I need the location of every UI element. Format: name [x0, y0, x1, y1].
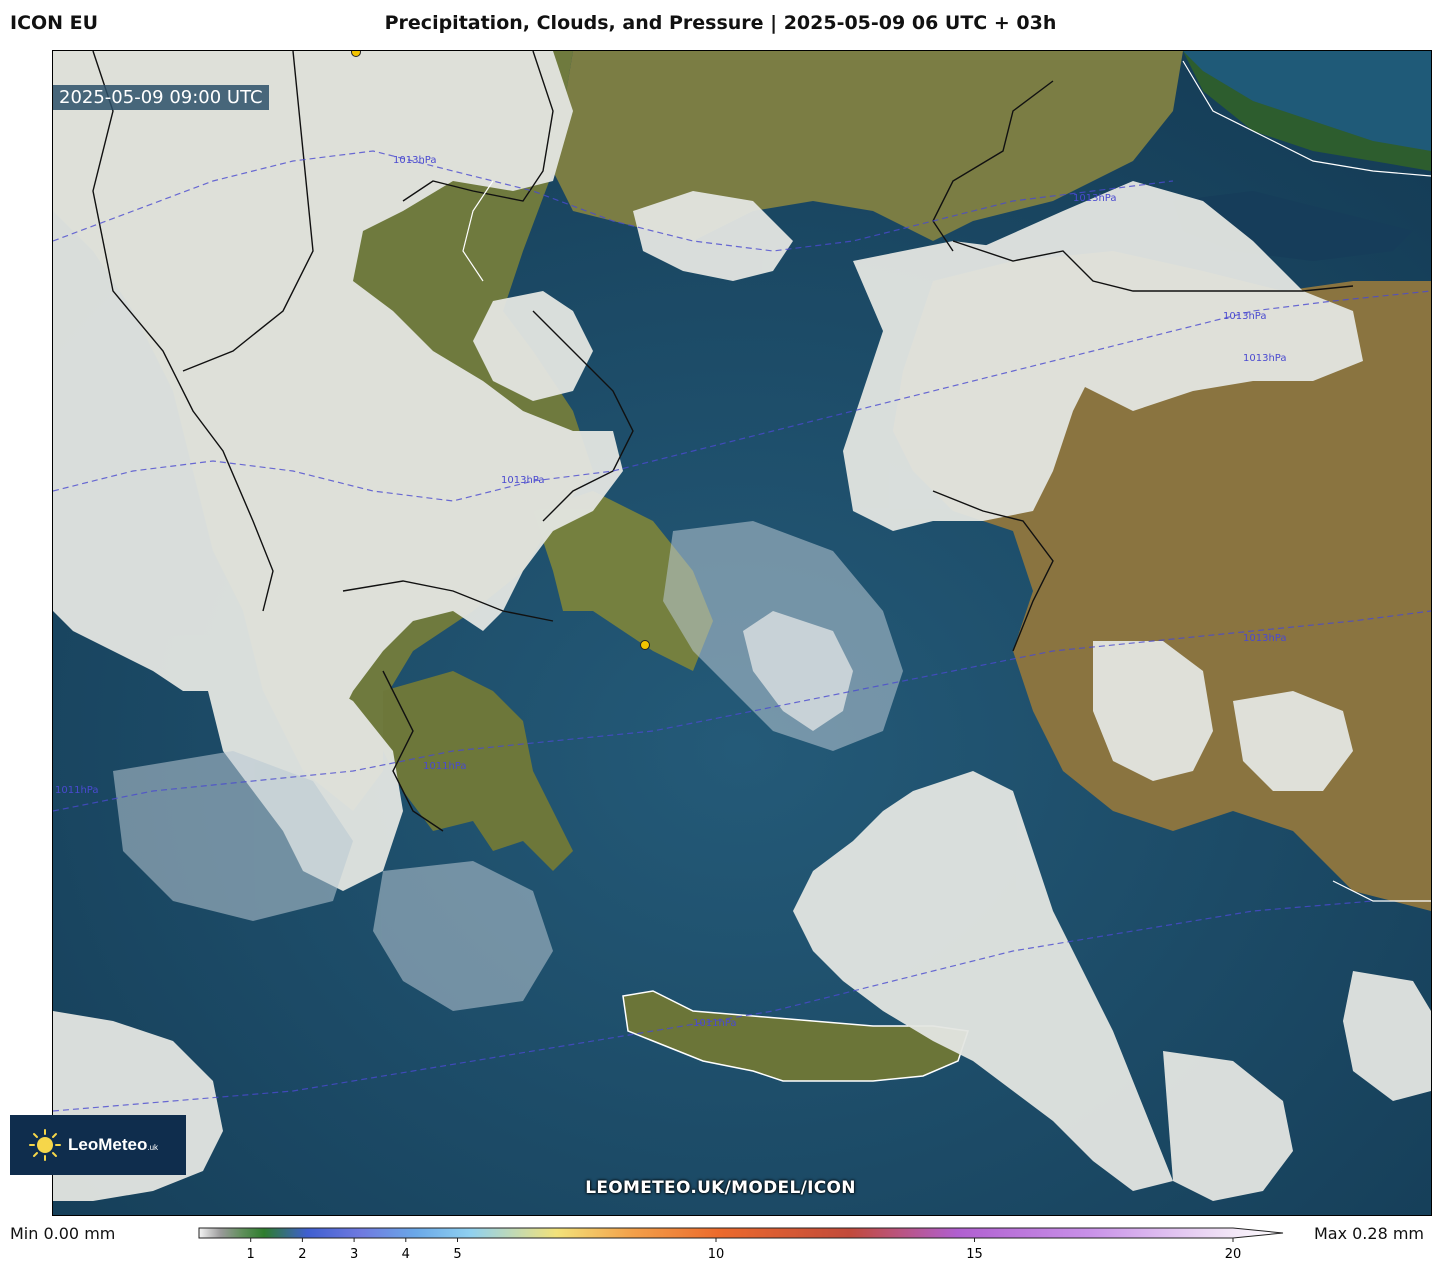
map-layer: 1013hPa 1013hPa 1013hPa 1013hPa 1013hPa … [53, 51, 1431, 1215]
isobar-label: 1013hPa [1073, 193, 1117, 204]
colorbar-tick-label: 3 [350, 1247, 358, 1262]
city-marker [351, 51, 361, 57]
isobar-label: 1013hPa [1223, 311, 1267, 322]
map-title: Precipitation, Clouds, and Pressure | 20… [384, 12, 1057, 34]
logo-brand: LeoMeteo [68, 1135, 148, 1154]
colorbar-tick-label: 5 [453, 1247, 461, 1262]
isobar-label: 1013hPa [501, 475, 545, 486]
sun-icon [29, 1129, 61, 1161]
legend-min-label: Min 0.00 mm [10, 1224, 116, 1243]
logo-text: LeoMeteo.uk [68, 1135, 158, 1155]
isobar-label: 1011hPa [55, 785, 99, 796]
colorbar-tick-label: 15 [966, 1247, 983, 1262]
logo-suffix: .uk [147, 1143, 159, 1152]
leometeo-logo[interactable]: LeoMeteo.uk [10, 1115, 186, 1175]
valid-time-label: 2025-05-09 09:00 UTC [53, 85, 269, 110]
colorbar-tick-label: 10 [708, 1247, 725, 1262]
isobar-label: 1013hPa [1243, 353, 1287, 364]
city-marker [640, 640, 650, 650]
legend-max-label: Max 0.28 mm [1313, 1224, 1424, 1243]
isobar-label: 1013hPa [393, 155, 437, 166]
isobar-label: 1011hPa [693, 1018, 737, 1029]
colorbar-tick-label: 2 [298, 1247, 306, 1262]
precipitation-colorbar: 1 2 3 4 5 10 15 20 [198, 1227, 1284, 1262]
isobar-label: 1011hPa [423, 761, 467, 772]
isobar-label: 1013hPa [1243, 633, 1287, 644]
colorbar-tick-label: 4 [402, 1247, 410, 1262]
watermark: LEOMETEO.UK/MODEL/ICON [585, 1178, 856, 1198]
colorbar-tick-label: 20 [1225, 1247, 1242, 1262]
colorbar-tick-label: 1 [247, 1247, 255, 1262]
weather-map[interactable]: 1013hPa 1013hPa 1013hPa 1013hPa 1013hPa … [52, 50, 1432, 1216]
